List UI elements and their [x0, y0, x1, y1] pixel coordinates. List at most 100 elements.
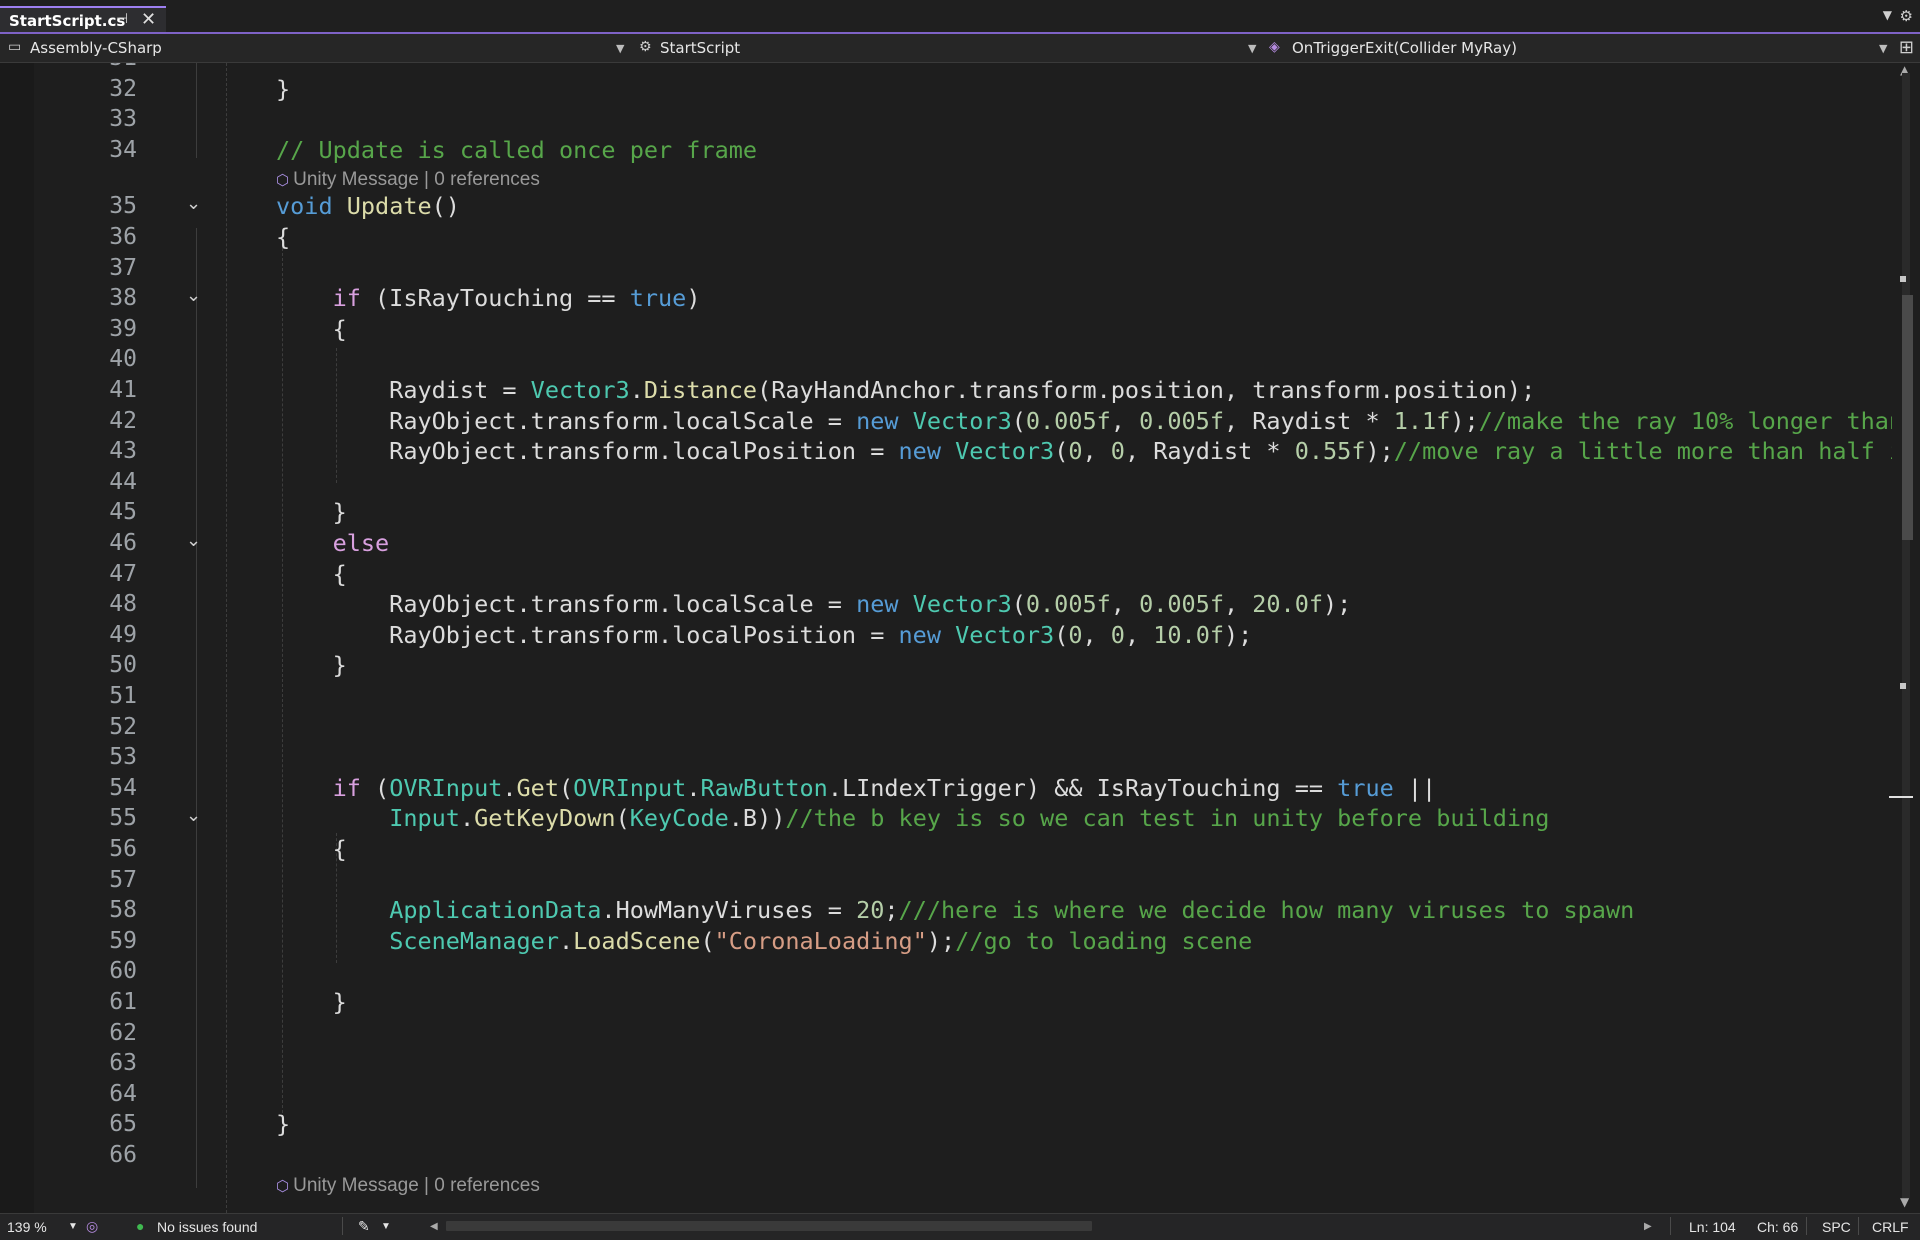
project-dropdown[interactable]: ▭ Assembly-CSharp ▼	[0, 34, 630, 62]
code-text[interactable]: {	[276, 834, 347, 864]
codelens-text[interactable]: Unity Message | 0 references	[293, 1175, 540, 1196]
line-number[interactable]: 62	[60, 1018, 137, 1048]
code-text[interactable]: RayObject.transform.localScale = new Vec…	[276, 406, 1920, 436]
column-indicator[interactable]: Ch: 66	[1757, 1219, 1798, 1235]
codelens-references[interactable]: ⬡ Unity Message | 0 references	[276, 1171, 540, 1202]
code-text[interactable]: Raydist = Vector3.Distance(RayHandAnchor…	[276, 375, 1535, 405]
scroll-left-icon[interactable]: ◀	[430, 1221, 438, 1232]
line-number[interactable]: 32	[60, 74, 137, 104]
whitespace-indicator[interactable]: SPC	[1822, 1219, 1851, 1235]
project-label: Assembly-CSharp	[30, 39, 162, 57]
collapse-chevron-icon[interactable]: ⌄	[186, 805, 201, 826]
code-cleanup-icon[interactable]: ✎	[358, 1218, 370, 1235]
code-text[interactable]: {	[276, 314, 347, 344]
code-text[interactable]: if (IsRayTouching == true)	[276, 283, 701, 313]
code-line: 34 // Update is called once per frame	[0, 135, 1890, 165]
line-number[interactable]: 55	[60, 803, 137, 833]
line-number[interactable]: 39	[60, 314, 137, 344]
collapse-chevron-icon[interactable]: ⌄	[186, 193, 201, 214]
member-dropdown[interactable]: ◈ OnTriggerExit(Collider MyRay) ▼	[1268, 34, 1892, 62]
line-number[interactable]: 56	[60, 834, 137, 864]
pin-icon[interactable]: ⊣	[116, 11, 128, 27]
line-number[interactable]: 45	[60, 497, 137, 527]
scroll-down-icon[interactable]: ▼	[1900, 1195, 1909, 1209]
line-number[interactable]: 48	[60, 589, 137, 619]
zoom-dropdown-icon[interactable]: ▼	[68, 1221, 78, 1232]
code-text[interactable]: // Update is called once per frame	[276, 135, 757, 165]
line-number[interactable]: 49	[60, 620, 137, 650]
code-text[interactable]: ApplicationData.HowManyViruses = 20;///h…	[276, 895, 1634, 925]
line-number[interactable]: 65	[60, 1109, 137, 1139]
line-number[interactable]: 36	[60, 222, 137, 252]
line-number[interactable]: 58	[60, 895, 137, 925]
vertical-scrollbar[interactable]: ▲ ▼	[1889, 63, 1920, 1213]
code-text[interactable]: void Update()	[276, 191, 460, 221]
code-editor[interactable]: 3132} 3334 // Update is called once per fr…	[0, 63, 1920, 1213]
line-number[interactable]: 61	[60, 987, 137, 1017]
code-text[interactable]: RayObject.transform.localPosition = new …	[276, 436, 1920, 466]
line-number[interactable]: 42	[60, 406, 137, 436]
line-number[interactable]: 52	[60, 712, 137, 742]
issues-status[interactable]: No issues found	[157, 1219, 257, 1235]
collapse-chevron-icon[interactable]: ⌄	[186, 285, 201, 306]
line-number[interactable]: 59	[60, 926, 137, 956]
line-number[interactable]: 40	[60, 344, 137, 374]
line-number[interactable]: 43	[60, 436, 137, 466]
code-line: 60	[0, 956, 1890, 986]
code-text[interactable]: {	[276, 222, 290, 252]
line-number[interactable]: 57	[60, 865, 137, 895]
line-number[interactable]: 46	[60, 528, 137, 558]
code-line: 31	[0, 63, 1890, 73]
horizontal-scrollbar-thumb[interactable]	[446, 1221, 1092, 1231]
class-label: StartScript	[660, 39, 741, 57]
codelens-text[interactable]: Unity Message | 0 references	[293, 169, 540, 190]
copilot-icon[interactable]: ◎	[86, 1218, 98, 1235]
line-number[interactable]: 64	[60, 1079, 137, 1109]
scroll-right-icon[interactable]: ▶	[1644, 1221, 1652, 1232]
code-text[interactable]: Input.GetKeyDown(KeyCode.B))//the b key …	[276, 803, 1549, 833]
line-number[interactable]: 33	[60, 104, 137, 134]
line-number[interactable]: 34	[60, 135, 137, 165]
line-number[interactable]: 37	[60, 253, 137, 283]
class-dropdown[interactable]: ⚙ StartScript ▼	[636, 34, 1260, 62]
code-text[interactable]: }	[276, 1109, 290, 1139]
code-text[interactable]: else	[276, 528, 390, 558]
code-text[interactable]: }	[276, 650, 347, 680]
line-number[interactable]: 54	[60, 773, 137, 803]
line-number[interactable]: 47	[60, 559, 137, 589]
split-window-icon[interactable]: ⊞	[1899, 37, 1914, 58]
collapse-chevron-icon[interactable]: ⌄	[186, 530, 201, 551]
code-text[interactable]: SceneManager.LoadScene("CoronaLoading");…	[276, 926, 1252, 956]
scrollbar-track[interactable]	[1902, 73, 1910, 1198]
line-number[interactable]: 35	[60, 191, 137, 221]
close-icon[interactable]: ✕	[141, 9, 156, 30]
code-text[interactable]: }	[276, 74, 290, 104]
tab-title[interactable]: StartScript.cs	[9, 12, 125, 30]
line-number[interactable]: 60	[60, 956, 137, 986]
code-text[interactable]: }	[276, 987, 347, 1017]
line-number[interactable]: 66	[60, 1140, 137, 1170]
line-number[interactable]: 38	[60, 283, 137, 313]
gear-icon[interactable]: ⚙	[1900, 7, 1913, 25]
code-text[interactable]: RayObject.transform.localScale = new Vec…	[276, 589, 1351, 619]
line-number[interactable]: 44	[60, 467, 137, 497]
line-number[interactable]: 53	[60, 742, 137, 772]
document-tab[interactable]: StartScript.cs ⊣ ✕	[0, 6, 166, 32]
scrollbar-thumb[interactable]	[1902, 295, 1913, 540]
code-text[interactable]: RayObject.transform.localPosition = new …	[276, 620, 1252, 650]
code-text[interactable]: if (OVRInput.Get(OVRInput.RawButton.LInd…	[276, 773, 1437, 803]
line-number[interactable]: 51	[60, 681, 137, 711]
line-number[interactable]: 63	[60, 1048, 137, 1078]
code-text[interactable]: {	[276, 559, 347, 589]
line-number-indicator[interactable]: Ln: 104	[1689, 1219, 1736, 1235]
zoom-level[interactable]: 139 %	[7, 1219, 47, 1235]
line-number[interactable]: 41	[60, 375, 137, 405]
chevron-down-icon[interactable]: ▼	[381, 1221, 391, 1232]
divider	[1858, 1217, 1859, 1235]
tab-list-dropdown-icon[interactable]: ▼	[1883, 8, 1892, 22]
line-number[interactable]: 31	[60, 63, 137, 73]
line-ending-indicator[interactable]: CRLF	[1872, 1219, 1909, 1235]
method-icon: ◈	[1269, 39, 1280, 55]
code-text[interactable]: }	[276, 497, 347, 527]
line-number[interactable]: 50	[60, 650, 137, 680]
